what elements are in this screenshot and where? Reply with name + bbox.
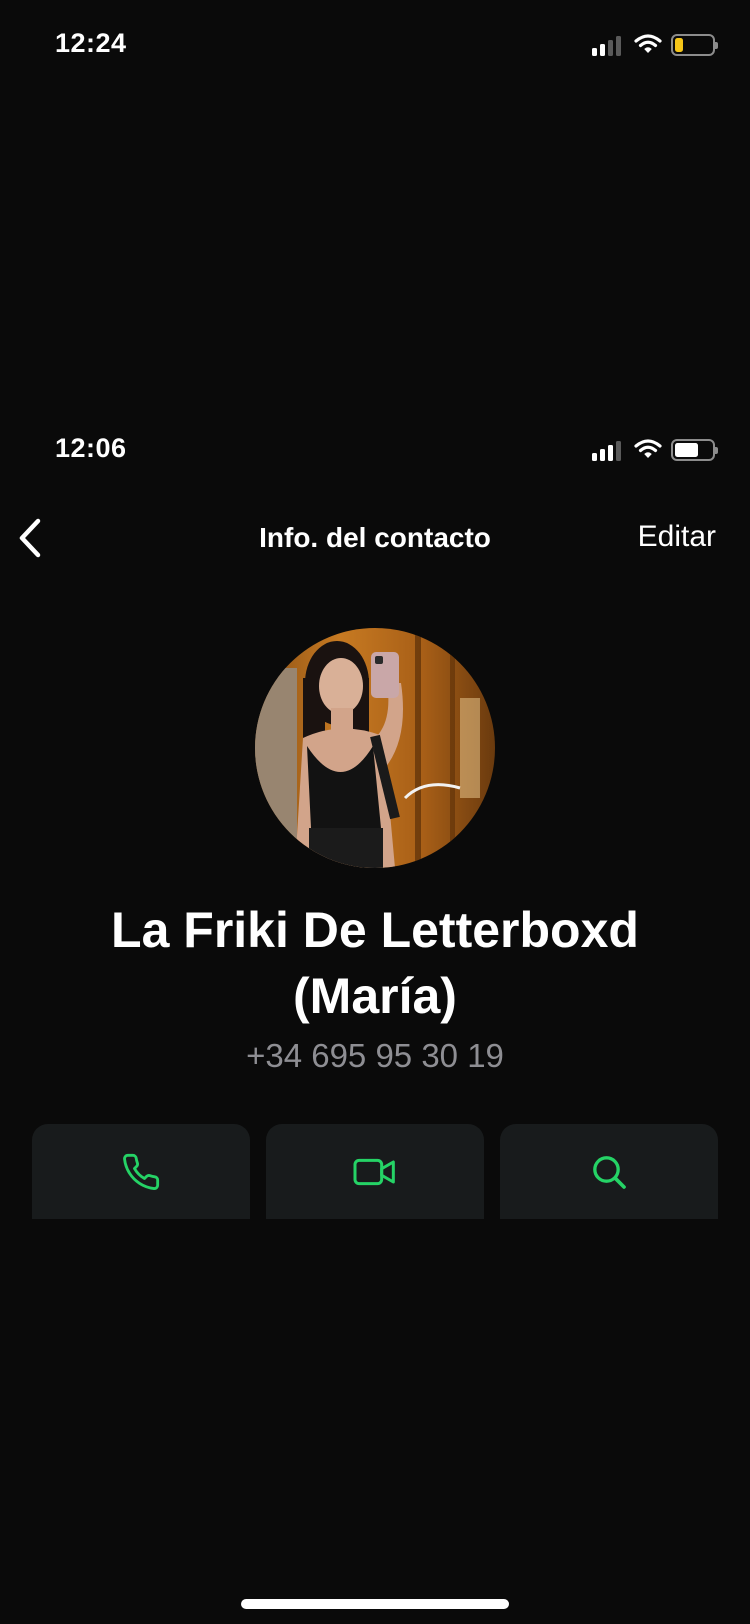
contact-phone: +34 695 95 30 19 (246, 1037, 504, 1074)
outer-signal-icon (592, 34, 621, 56)
call-action-card[interactable] (32, 1124, 250, 1219)
phone-icon (123, 1153, 160, 1190)
home-indicator[interactable] (241, 1599, 509, 1609)
inner-battery-icon (671, 439, 718, 461)
search-icon (593, 1156, 626, 1189)
contact-avatar[interactable] (255, 628, 495, 868)
inner-wifi-icon (634, 439, 662, 458)
contact-name-line-2: (María) (293, 968, 457, 1024)
inner-signal-icon (592, 439, 621, 461)
outer-wifi-icon (634, 34, 662, 53)
edit-button[interactable]: Editar (638, 520, 716, 554)
search-action-card[interactable] (500, 1124, 718, 1219)
outer-status-time: 12:24 (55, 28, 127, 58)
video-camera-icon (353, 1158, 395, 1186)
inner-status-time: 12:06 (55, 433, 127, 463)
avatar-photo (255, 628, 495, 868)
contact-name-line-1: La Friki De Letterboxd (111, 902, 639, 958)
video-action-card[interactable] (266, 1124, 484, 1219)
outer-battery-icon (671, 34, 718, 56)
